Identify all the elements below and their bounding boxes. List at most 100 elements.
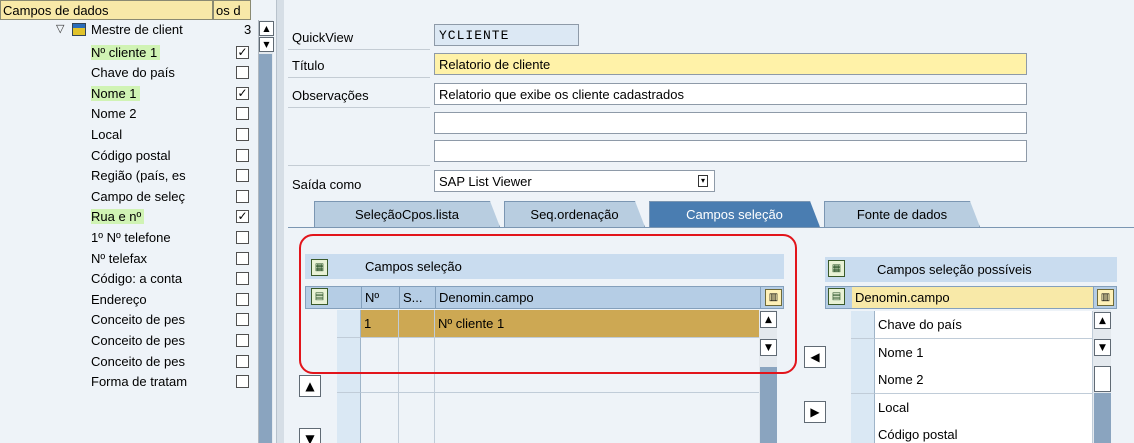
output-checkbox[interactable] [236,333,249,347]
table-row[interactable]: Código postal [851,421,1093,443]
tree-scroll-thumb[interactable] [259,54,272,443]
tab-sort-order[interactable]: Seq.ordenação [504,201,645,227]
data-fields-tree: Campos de dados os d ▽ Mestre de client … [0,0,276,443]
row-selector[interactable] [337,392,361,421]
select-all-icon[interactable]: ▦ [828,260,845,277]
arrow-down-icon[interactable]: ▼ [299,428,321,443]
row-selector[interactable] [337,310,361,338]
output-checkbox[interactable] [236,66,249,80]
cell-s [399,420,435,443]
column-header-name[interactable]: Denomin.campo [852,287,1094,308]
tab-selection-fields[interactable]: Campos seleção [649,201,820,227]
scroll-down-icon[interactable]: ▼ [259,37,274,52]
title-label: Título [292,57,325,73]
column-config-icon[interactable]: ▥ [765,289,782,306]
tab-field-list[interactable]: SeleçãoCpos.lista [314,201,500,227]
row-selector[interactable] [851,393,875,422]
selection-fields-title-bar: Campos seleção [305,254,784,279]
output-checkbox[interactable] [236,127,249,141]
arrow-up-icon[interactable]: ▲ [299,375,321,397]
output-checkbox[interactable]: ✓ [236,45,249,59]
output-checkbox[interactable] [236,230,249,244]
output-checkbox[interactable]: ✓ [236,86,249,100]
possible-fields-scroll-thumb[interactable] [1094,366,1111,392]
panel-splitter[interactable] [276,0,284,443]
column-config-icon[interactable]: ▥ [1097,289,1114,306]
selection-fields-scroll-thumb[interactable] [760,367,777,443]
separator [288,107,430,108]
tree-item-label: Nome 2 [91,106,137,122]
tree-header-output-label: os d [216,2,241,18]
tree-item-label: 1º Nº telefone [91,229,171,245]
output-checkbox[interactable] [236,251,249,265]
column-header-s[interactable]: S... [400,287,436,308]
output-checkbox[interactable] [236,272,249,286]
cell-name [435,420,760,443]
tree-header-fields[interactable]: Campos de dados [0,0,213,20]
table-row[interactable] [337,420,760,443]
dropdown-icon[interactable]: ▾ [698,175,708,187]
table-row[interactable] [337,337,760,366]
scroll-up-icon[interactable]: ▲ [760,311,777,328]
output-checkbox[interactable] [236,354,249,368]
table-row[interactable] [337,365,760,393]
triangle-down-icon[interactable]: ▽ [56,22,64,35]
tree-item-label: Local [91,126,123,142]
cell-name [435,392,760,421]
scroll-up-icon[interactable]: ▲ [259,21,274,36]
output-checkbox[interactable]: ✓ [236,210,249,224]
output-checkbox[interactable] [236,375,249,389]
table-row[interactable]: Nome 2 [851,366,1093,394]
table-row[interactable] [337,392,760,421]
tree-root-label: Mestre de client [91,22,183,37]
cell-number [361,365,399,393]
tree-header-output[interactable]: os d [213,0,251,20]
deselect-all-icon[interactable]: ▤ [828,288,845,305]
row-selector[interactable] [851,311,875,339]
table-row[interactable]: 1 Nº cliente 1 [337,310,760,338]
output-checkbox[interactable] [236,292,249,306]
output-checkbox[interactable] [236,189,249,203]
cell-name: Local [875,393,1093,422]
deselect-all-icon[interactable]: ▤ [311,288,328,305]
row-selector[interactable] [851,366,875,394]
selection-fields-header: Nº S... Denomin.campo ▥ [305,286,784,309]
column-header-name-label: Denomin.campo [439,290,534,305]
arrow-left-icon[interactable]: ◀ [804,346,826,368]
row-selector[interactable] [337,420,361,443]
title-input[interactable]: Relatorio de cliente [434,53,1027,75]
output-checkbox[interactable] [236,169,249,183]
possible-fields-header: Denomin.campo ▥ [825,286,1117,309]
notes-input-1[interactable]: Relatorio que exibe os cliente cadastrad… [434,83,1027,105]
table-row[interactable]: Nome 1 [851,338,1093,367]
output-checkbox[interactable] [236,107,249,121]
tree-item-label: Conceito de pes [91,353,185,369]
tab-label: SeleçãoCpos.lista [354,207,460,222]
output-checkbox[interactable] [236,148,249,162]
tree-root-count: 3 [244,22,252,37]
tab-data-source[interactable]: Fonte de dados [824,201,980,227]
tab-label: Campos seleção [686,207,783,222]
table-row[interactable]: Local [851,393,1093,422]
row-selector[interactable] [851,421,875,443]
column-header-name[interactable]: Denomin.campo [436,287,761,308]
output-as-select[interactable]: SAP List Viewer ▾ [434,170,715,192]
tree-item-label: Rua e nº [91,209,145,225]
row-selector[interactable] [851,338,875,367]
notes-input-2[interactable] [434,112,1027,134]
quickview-label: QuickView [292,29,354,45]
column-header-number[interactable]: Nº [362,287,400,308]
table-row[interactable]: Chave do país [851,311,1093,339]
notes-input-3[interactable] [434,140,1027,162]
arrow-right-icon[interactable]: ▶ [804,401,826,423]
cell-number [361,337,399,366]
scroll-down-icon[interactable]: ▼ [760,339,777,356]
scroll-down-icon[interactable]: ▼ [1094,339,1111,356]
row-selector[interactable] [337,337,361,366]
scroll-up-icon[interactable]: ▲ [1094,312,1111,329]
output-checkbox[interactable] [236,313,249,327]
tree-item-label: Conceito de pes [91,312,185,328]
row-selector[interactable] [337,365,361,393]
tree-item-label: Nome 1 [91,85,140,101]
select-all-icon[interactable]: ▦ [311,259,328,276]
